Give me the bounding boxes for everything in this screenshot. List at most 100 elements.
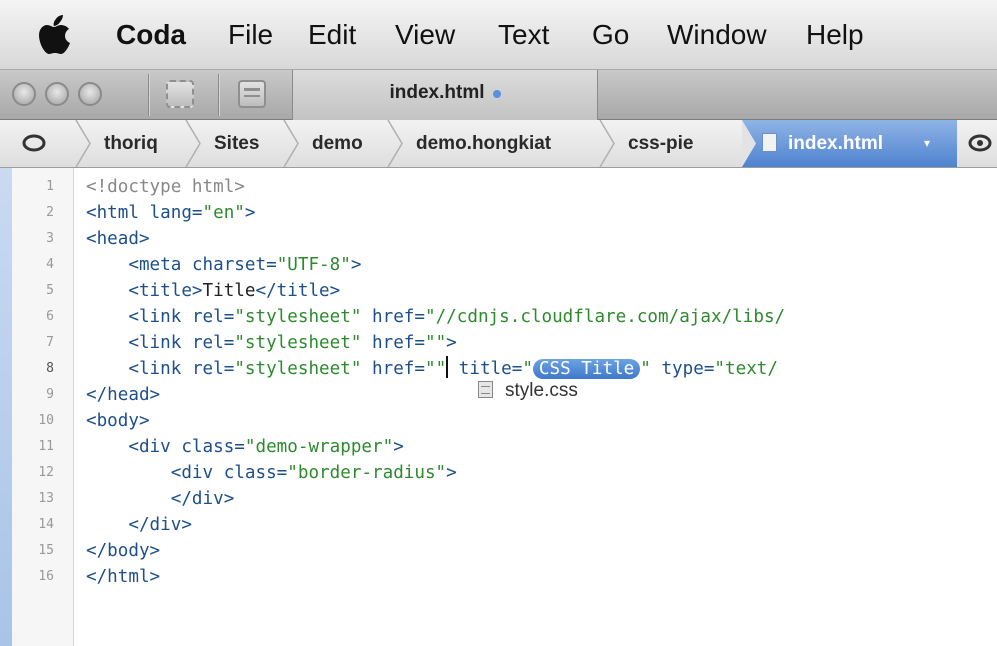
apple-menu-icon[interactable] — [38, 14, 78, 56]
menu-help[interactable]: Help — [806, 14, 864, 56]
tag-token: <link — [86, 359, 192, 379]
menu-app-coda[interactable]: Coda — [116, 14, 186, 56]
line-number: 9 — [46, 387, 54, 402]
crumb-css-pie[interactable]: css-pie — [628, 120, 693, 167]
attr-token: lang= — [149, 203, 203, 223]
code-line-10: <body> — [86, 408, 150, 434]
tag-token: <title> — [86, 281, 203, 301]
attr-token: rel= — [191, 307, 235, 327]
menu-go[interactable]: Go — [592, 14, 629, 56]
attr-token: class= — [223, 463, 288, 483]
tab-index-html[interactable]: index.html — [292, 70, 598, 120]
line-number: 7 — [46, 335, 54, 350]
chevron-right-icon — [742, 120, 756, 167]
string-token: "border-radius" — [287, 463, 447, 483]
tag-token: > — [244, 203, 256, 223]
string-token: "text/ — [714, 359, 778, 379]
attr-token: href= — [361, 307, 425, 327]
preview-eye-icon[interactable] — [968, 134, 992, 152]
code-line-15: </body> — [86, 538, 160, 564]
code-editor[interactable]: 1 2 3 4 5 6 7 8 9 10 11 12 13 14 15 16 <… — [0, 168, 997, 646]
attr-token: rel= — [191, 333, 235, 353]
line-number: 3 — [46, 231, 54, 246]
code-line-9: </head> — [86, 382, 160, 408]
preview-eye-icon[interactable] — [22, 134, 46, 152]
code-line-13: </div> — [86, 486, 235, 512]
doctype-token: <!doctype html> — [86, 177, 245, 197]
tab-title: index.html — [389, 82, 485, 103]
string-token: " — [640, 359, 651, 379]
autocomplete-label: style.css — [505, 380, 578, 401]
unsaved-dot-icon — [492, 89, 501, 98]
line-number: 1 — [46, 179, 54, 194]
minimize-window-button[interactable] — [45, 82, 69, 106]
string-token: "" — [424, 359, 447, 379]
tag-token: </div> — [86, 515, 192, 535]
attr-token: title= — [448, 359, 523, 379]
string-token: "demo-wrapper" — [244, 437, 394, 457]
line-number: 8 — [46, 361, 54, 376]
menu-view[interactable]: View — [395, 14, 455, 56]
close-window-button[interactable] — [12, 82, 36, 106]
code-line-16: </html> — [86, 564, 160, 590]
path-breadcrumb: thoriq Sites demo demo.hongkiat css-pie … — [0, 120, 997, 168]
crumb-active-label: index.html — [788, 133, 884, 154]
menu-edit[interactable]: Edit — [308, 14, 356, 56]
code-line-11: <div class="demo-wrapper"> — [86, 434, 403, 460]
string-token: " — [522, 359, 533, 379]
tag-token: <head> — [86, 229, 150, 249]
zoom-window-button[interactable] — [78, 82, 102, 106]
line-number: 15 — [38, 543, 54, 558]
string-token: "UTF-8" — [276, 255, 351, 275]
tag-token: <div — [86, 437, 182, 457]
code-line-14: </div> — [86, 512, 192, 538]
chevron-right-icon — [599, 120, 615, 167]
line-number: 16 — [38, 569, 54, 584]
chevron-right-icon — [387, 120, 403, 167]
line-number: 13 — [38, 491, 54, 506]
string-token: "en" — [202, 203, 245, 223]
tag-token: > — [446, 333, 457, 353]
attr-token: type= — [650, 359, 715, 379]
crumb-sites[interactable]: Sites — [214, 120, 259, 167]
string-token: "stylesheet" — [234, 359, 362, 379]
toolbar-divider — [148, 74, 149, 116]
attr-token: href= — [361, 333, 425, 353]
editor-side-strip — [0, 168, 12, 646]
string-token: "stylesheet" — [234, 307, 362, 327]
string-token: "//cdnjs.cloudflare.com/ajax/libs/ — [424, 307, 786, 327]
menu-window[interactable]: Window — [667, 14, 767, 56]
tag-token: > — [446, 463, 457, 483]
chevron-right-icon — [75, 120, 91, 167]
attr-token: charset= — [191, 255, 277, 275]
crumb-demo[interactable]: demo — [312, 120, 363, 167]
window-toolbar: index.html — [0, 70, 997, 120]
line-number: 12 — [38, 465, 54, 480]
menu-text[interactable]: Text — [498, 14, 549, 56]
dropdown-arrow-icon[interactable]: ▾ — [924, 120, 930, 167]
split-view-icon[interactable] — [238, 80, 266, 108]
code-line-2: <html lang="en"> — [86, 200, 256, 226]
line-number: 5 — [46, 283, 54, 298]
code-line-12: <div class="border-radius"> — [86, 460, 457, 486]
autocomplete-suggestion[interactable]: style.css — [478, 380, 578, 402]
tab-stop-placeholder[interactable]: CSS Title — [532, 359, 641, 379]
chevron-right-icon — [283, 120, 299, 167]
attr-token: class= — [181, 437, 245, 457]
tag-token: <link — [86, 333, 192, 353]
crumb-demo-hongkiat[interactable]: demo.hongkiat — [416, 120, 551, 167]
string-token: "" — [424, 333, 447, 353]
tag-token: </title> — [255, 281, 341, 301]
tag-token: <link — [86, 307, 192, 327]
text-token: Title — [202, 281, 256, 301]
css-file-icon — [478, 381, 493, 398]
chevron-right-icon — [185, 120, 201, 167]
crumb-index-html[interactable]: index.html ▾ — [742, 120, 957, 167]
tag-token: </body> — [86, 541, 161, 561]
fullscreen-icon[interactable] — [166, 80, 194, 108]
toolbar-divider — [218, 74, 219, 116]
menu-bar: Coda File Edit View Text Go Window Help — [0, 0, 997, 70]
crumb-thoriq[interactable]: thoriq — [104, 120, 158, 167]
menu-file[interactable]: File — [228, 14, 273, 56]
tag-token: </div> — [86, 489, 235, 509]
